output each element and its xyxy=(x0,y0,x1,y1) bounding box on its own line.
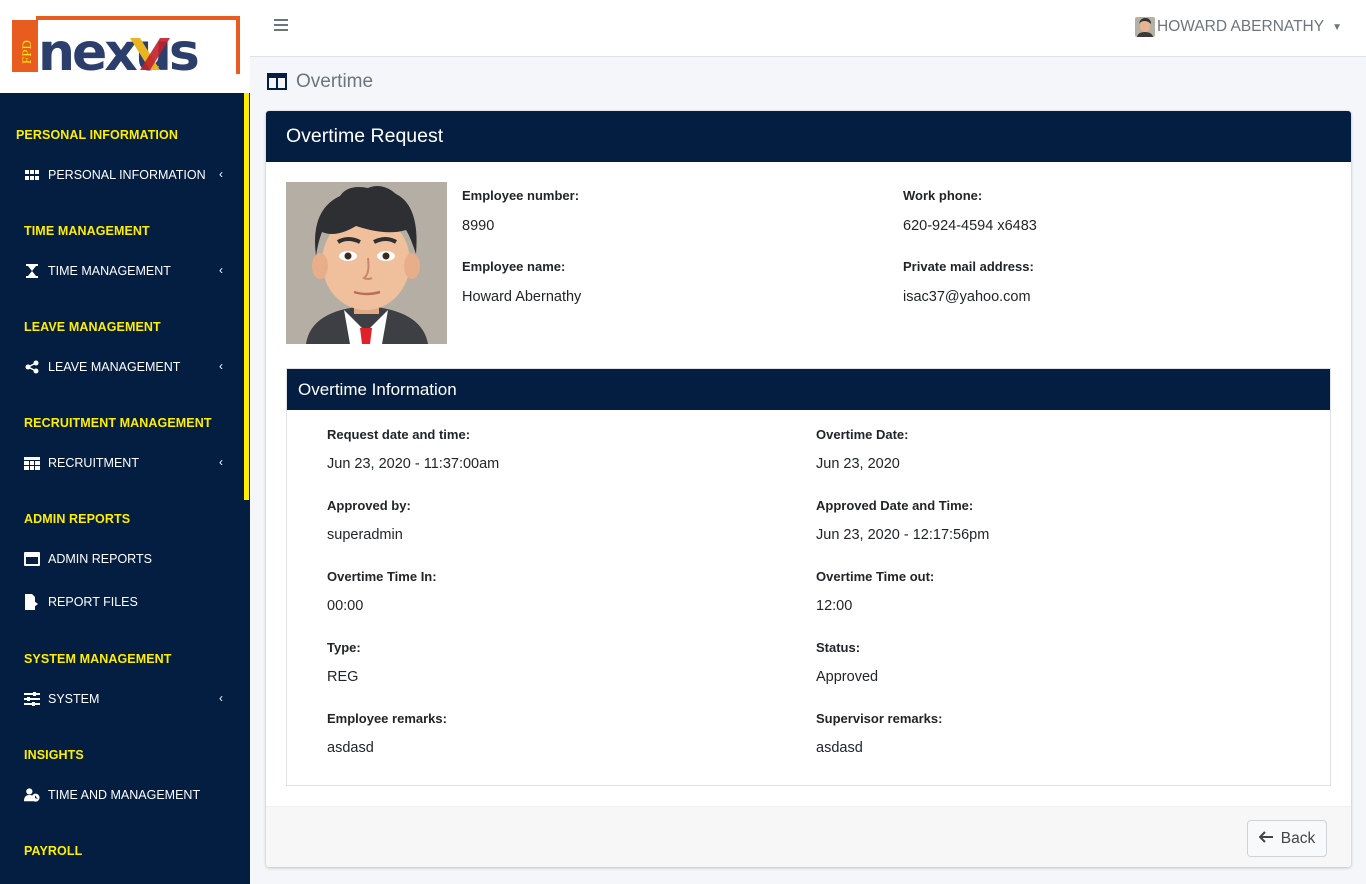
section-admin-reports: ADMIN REPORTS xyxy=(24,512,131,526)
hamburger-menu-icon[interactable] xyxy=(274,19,288,33)
time-out-label: Overtime Time out: xyxy=(816,569,935,584)
sidebar-item-admin-reports[interactable]: ADMIN REPORTS xyxy=(24,547,229,571)
caret-down-icon: ▼ xyxy=(1332,21,1342,33)
svg-text:FPD: FPD xyxy=(19,40,34,64)
active-indicator xyxy=(244,93,249,500)
section-recruitment-management: RECRUITMENT MANAGEMENT xyxy=(24,416,212,430)
sidebar-item-label: RECRUITMENT xyxy=(48,456,139,470)
sidebar-item-recruitment[interactable]: RECRUITMENT ‹ xyxy=(24,451,229,475)
sidebar-item-report-files[interactable]: REPORT FILES xyxy=(24,590,229,614)
type-label: Type: xyxy=(327,640,361,655)
type-value: REG xyxy=(327,669,359,685)
chevron-left-icon: ‹ xyxy=(219,455,223,469)
employee-name-value: Howard Abernathy xyxy=(462,289,582,305)
logo[interactable]: FPD nexus xyxy=(0,0,250,93)
time-out-value: 12:00 xyxy=(816,598,853,614)
supervisor-remarks-label: Supervisor remarks: xyxy=(816,711,943,726)
overtime-date-value: Jun 23, 2020 xyxy=(816,456,900,472)
section-personal-information: PERSONAL INFORMATION xyxy=(16,128,178,142)
sidebar-item-label: SYSTEM xyxy=(48,692,100,706)
approved-by-value: superadmin xyxy=(327,527,403,543)
user-name: HOWARD ABERNATHY xyxy=(1157,18,1325,35)
page-header: Overtime xyxy=(267,71,373,93)
columns-icon xyxy=(267,73,287,91)
employee-remarks-label: Employee remarks: xyxy=(327,711,447,726)
file-export-icon xyxy=(24,594,40,610)
chevron-left-icon: ‹ xyxy=(219,359,223,373)
overtime-date-label: Overtime Date: xyxy=(816,427,909,442)
employee-remarks-value: asdasd xyxy=(327,740,374,756)
overtime-request-card: Overtime Request Employee number: 8990 E… xyxy=(266,111,1351,867)
sidebar-item-label: REPORT FILES xyxy=(48,595,138,609)
section-insights: INSIGHTS xyxy=(24,748,84,762)
employee-number-label: Employee number: xyxy=(462,188,580,203)
section-time-management: TIME MANAGEMENT xyxy=(24,224,150,238)
work-phone-value: 620-924-4594 x6483 xyxy=(903,218,1037,234)
card-title: Overtime Request xyxy=(266,111,1351,162)
employee-name-label: Employee name: xyxy=(462,259,566,274)
svg-text:nexus: nexus xyxy=(38,23,198,76)
sidebar: FPD nexus PERSONAL INFORMATION PERSONAL … xyxy=(0,0,250,884)
grid-icon xyxy=(24,167,40,183)
sidebar-item-label: PERSONAL INFORMATION xyxy=(48,168,206,182)
sidebar-item-system[interactable]: SYSTEM ‹ xyxy=(24,687,229,711)
sidebar-item-leave-management[interactable]: LEAVE MANAGEMENT ‹ xyxy=(24,355,229,379)
avatar xyxy=(1135,17,1156,37)
employee-number-value: 8990 xyxy=(462,218,495,234)
time-in-label: Overtime Time In: xyxy=(327,569,437,584)
chevron-left-icon: ‹ xyxy=(219,263,223,277)
sidebar-item-label: TIME MANAGEMENT xyxy=(48,264,171,278)
overtime-information-panel: Overtime Information Request date and ti… xyxy=(286,368,1331,786)
private-mail-value: isac37@yahoo.com xyxy=(903,289,1031,305)
user-clock-icon xyxy=(24,787,40,803)
overtime-information-title: Overtime Information xyxy=(287,369,1330,410)
approved-datetime-label: Approved Date and Time: xyxy=(816,498,974,513)
section-system-management: SYSTEM MANAGEMENT xyxy=(24,652,172,666)
card-footer: Back xyxy=(266,806,1351,867)
request-datetime-label: Request date and time: xyxy=(327,427,471,442)
section-leave-management: LEAVE MANAGEMENT xyxy=(24,320,161,334)
nexus-logo-icon: FPD nexus xyxy=(10,14,242,76)
sidebar-item-time-management[interactable]: TIME MANAGEMENT ‹ xyxy=(24,259,229,283)
page-title: Overtime xyxy=(296,71,374,92)
sidebar-item-label: ADMIN REPORTS xyxy=(48,552,152,566)
supervisor-remarks-value: asdasd xyxy=(816,740,863,756)
back-label: Back xyxy=(1280,829,1316,847)
sidebar-item-label: TIME AND MANAGEMENT xyxy=(48,788,201,802)
share-icon xyxy=(24,359,40,375)
time-in-value: 00:00 xyxy=(327,598,364,614)
work-phone-label: Work phone: xyxy=(903,188,983,203)
section-payroll: PAYROLL xyxy=(24,844,83,858)
sidebar-item-label: LEAVE MANAGEMENT xyxy=(48,360,181,374)
back-button[interactable]: Back xyxy=(1247,820,1327,857)
arrow-left-icon xyxy=(1258,830,1273,848)
status-value: Approved xyxy=(816,669,879,685)
approved-datetime-value: Jun 23, 2020 - 12:17:56pm xyxy=(816,527,990,543)
table-icon xyxy=(24,455,40,471)
status-label: Status: xyxy=(816,640,861,655)
hourglass-icon xyxy=(24,263,40,279)
chevron-left-icon: ‹ xyxy=(219,691,223,705)
user-menu[interactable]: HOWARD ABERNATHY ▼ xyxy=(1135,17,1342,37)
chevron-left-icon: ‹ xyxy=(219,167,223,181)
top-navbar: HOWARD ABERNATHY ▼ xyxy=(250,0,1366,57)
sidebar-item-personal-information[interactable]: PERSONAL INFORMATION ‹ xyxy=(24,163,229,187)
sidebar-item-time-and-management[interactable]: TIME AND MANAGEMENT xyxy=(24,783,229,807)
sliders-icon xyxy=(24,691,40,707)
approved-by-label: Approved by: xyxy=(327,498,411,513)
employee-photo xyxy=(286,182,447,344)
private-mail-label: Private mail address: xyxy=(903,259,1034,274)
window-icon xyxy=(24,551,40,567)
request-datetime-value: Jun 23, 2020 - 11:37:00am xyxy=(327,456,500,472)
